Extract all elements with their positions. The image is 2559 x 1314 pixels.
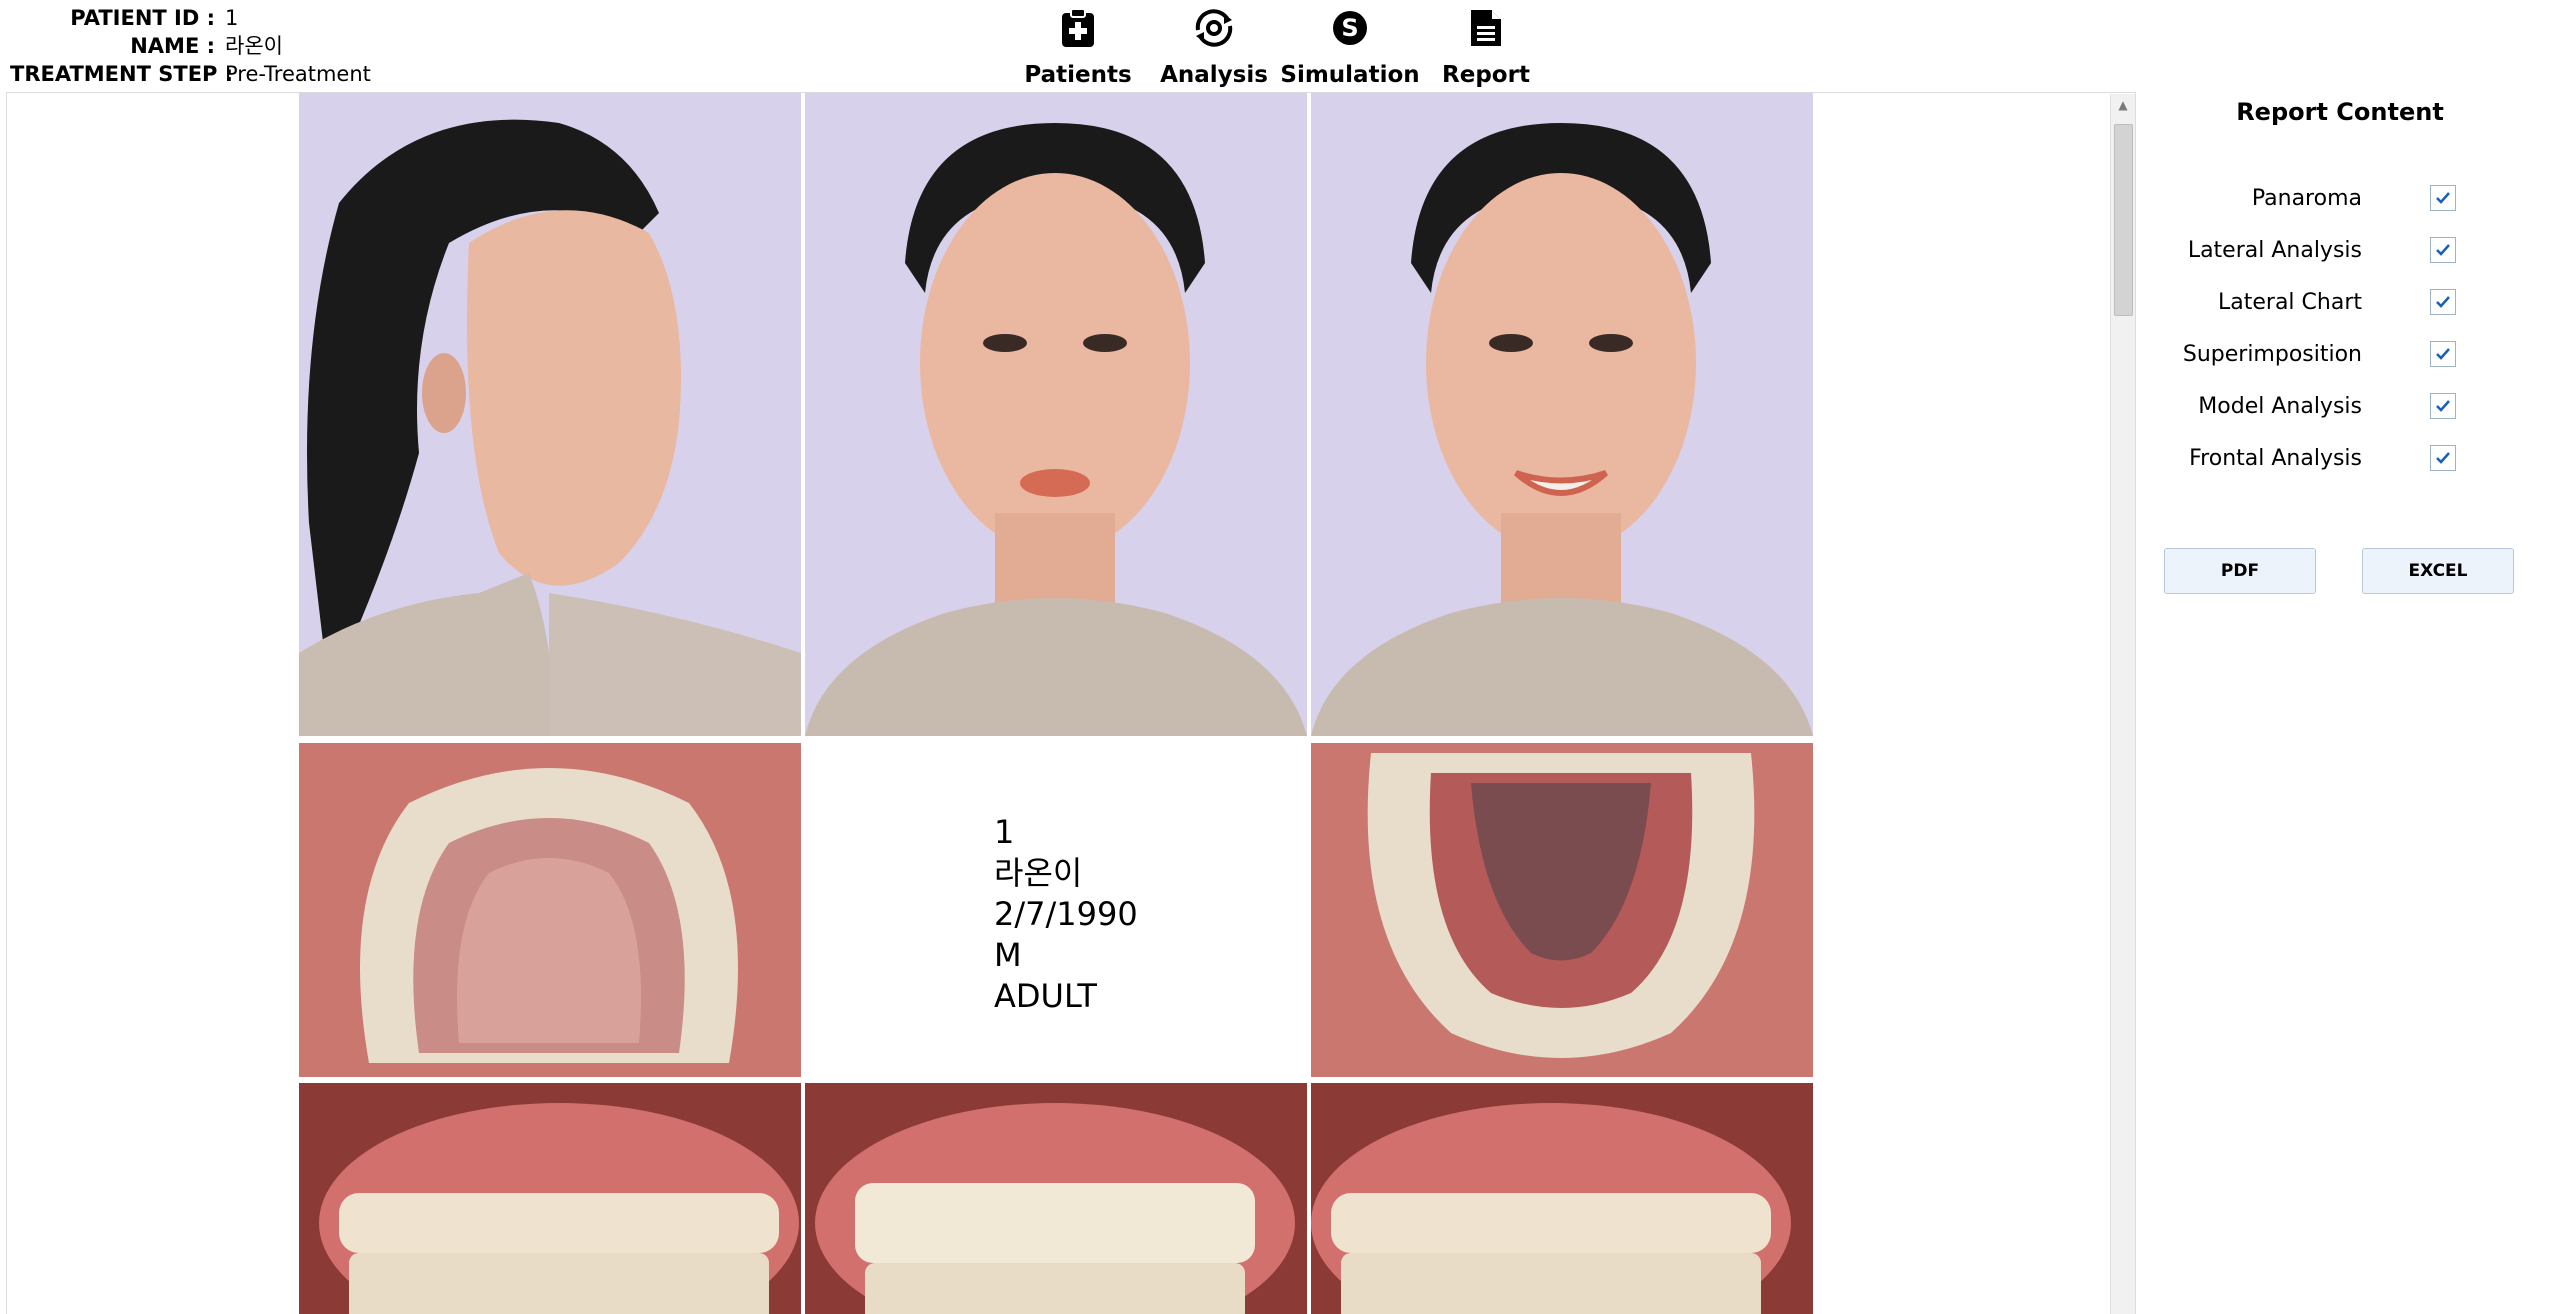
patient-info: PATIENT ID : 1 NAME : 라온이 TREATMENT STEP…	[10, 4, 371, 88]
scroll-thumb[interactable]	[2114, 124, 2133, 316]
report-preview: 1 라온이 2/7/1990 M ADULT	[6, 92, 2136, 1314]
upper-occlusal-photo	[299, 743, 801, 1077]
checkmark-icon	[2436, 244, 2450, 256]
patient-info-card: 1 라온이 2/7/1990 M ADULT	[805, 743, 1307, 1077]
card-sex: M	[994, 936, 1022, 974]
smiling-face-photo	[1311, 93, 1813, 736]
patient-id-row: PATIENT ID : 1	[10, 4, 371, 32]
treatment-step-label: TREATMENT STEP :	[10, 62, 234, 86]
nav-analysis-label: Analysis	[1160, 62, 1268, 88]
top-nav: Patients Analysis S Simulation Report	[1010, 0, 1554, 90]
card-patient-id: 1	[994, 813, 1015, 851]
treatment-step-row: TREATMENT STEP : Pre-Treatment	[10, 60, 371, 88]
excel-button[interactable]: EXCEL	[2362, 548, 2514, 594]
lateral-analysis-checkbox[interactable]	[2430, 237, 2456, 263]
option-label: Panaroma	[2251, 185, 2362, 211]
patient-name-row: NAME : 라온이	[10, 32, 371, 60]
option-panaroma[interactable]: Panaroma	[2140, 178, 2559, 218]
lower-occlusal-photo	[1311, 743, 1813, 1077]
report-page: PATIENT ID : 1 NAME : 라온이 TREATMENT STEP…	[0, 0, 2559, 1314]
profile-face-photo	[299, 93, 801, 736]
card-patient-name: 라온이	[994, 854, 1083, 892]
nav-simulation-button[interactable]: S Simulation	[1280, 0, 1420, 90]
scroll-up-arrow-icon[interactable]: ▲	[2111, 94, 2135, 116]
card-age-group: ADULT	[994, 977, 1097, 1015]
patient-name-value: 라온이	[225, 34, 283, 58]
frontal-analysis-checkbox[interactable]	[2430, 445, 2456, 471]
option-label: Lateral Analysis	[2187, 237, 2362, 263]
nav-patients-label: Patients	[1024, 62, 1132, 88]
option-frontal-analysis[interactable]: Frontal Analysis	[2140, 438, 2559, 478]
option-label: Superimposition	[2182, 341, 2362, 367]
patient-id-value: 1	[225, 6, 239, 30]
option-superimposition[interactable]: Superimposition	[2140, 334, 2559, 374]
checkmark-icon	[2436, 192, 2450, 204]
nav-report-button[interactable]: Report	[1418, 0, 1554, 90]
report-content-panel: Report Content Panaroma Lateral Analysis…	[2140, 92, 2559, 1314]
checkmark-icon	[2436, 296, 2450, 308]
clipboard-plus-icon	[1056, 6, 1100, 50]
report-scrollbar[interactable]: ▲	[2110, 94, 2135, 1314]
frontal-occlusion-photo	[805, 1083, 1307, 1314]
right-buccal-photo	[299, 1083, 801, 1314]
lateral-chart-checkbox[interactable]	[2430, 289, 2456, 315]
frontal-face-photo	[805, 93, 1307, 736]
analysis-eye-icon	[1192, 6, 1236, 50]
patient-id-label: PATIENT ID :	[70, 6, 215, 30]
nav-report-label: Report	[1442, 62, 1530, 88]
option-lateral-analysis[interactable]: Lateral Analysis	[2140, 230, 2559, 270]
patient-name-label: NAME :	[130, 34, 215, 58]
treatment-step-value: Pre-Treatment	[225, 62, 371, 86]
svg-text:S: S	[1341, 14, 1358, 42]
checkmark-icon	[2436, 400, 2450, 412]
model-analysis-checkbox[interactable]	[2430, 393, 2456, 419]
document-icon	[1464, 6, 1508, 50]
option-label: Lateral Chart	[2218, 289, 2362, 315]
option-model-analysis[interactable]: Model Analysis	[2140, 386, 2559, 426]
card-birth-date: 2/7/1990	[994, 895, 1138, 933]
superimposition-checkbox[interactable]	[2430, 341, 2456, 367]
option-label: Model Analysis	[2198, 393, 2362, 419]
nav-simulation-label: Simulation	[1280, 62, 1420, 88]
panaroma-checkbox[interactable]	[2430, 185, 2456, 211]
nav-analysis-button[interactable]: Analysis	[1146, 0, 1282, 90]
checkmark-icon	[2436, 452, 2450, 464]
report-content-title: Report Content	[2236, 98, 2444, 126]
pdf-button[interactable]: PDF	[2164, 548, 2316, 594]
option-label: Frontal Analysis	[2189, 445, 2362, 471]
nav-patients-button[interactable]: Patients	[1010, 0, 1146, 90]
left-buccal-photo	[1311, 1083, 1813, 1314]
option-lateral-chart[interactable]: Lateral Chart	[2140, 282, 2559, 322]
simulation-s-icon: S	[1328, 6, 1372, 50]
checkmark-icon	[2436, 348, 2450, 360]
